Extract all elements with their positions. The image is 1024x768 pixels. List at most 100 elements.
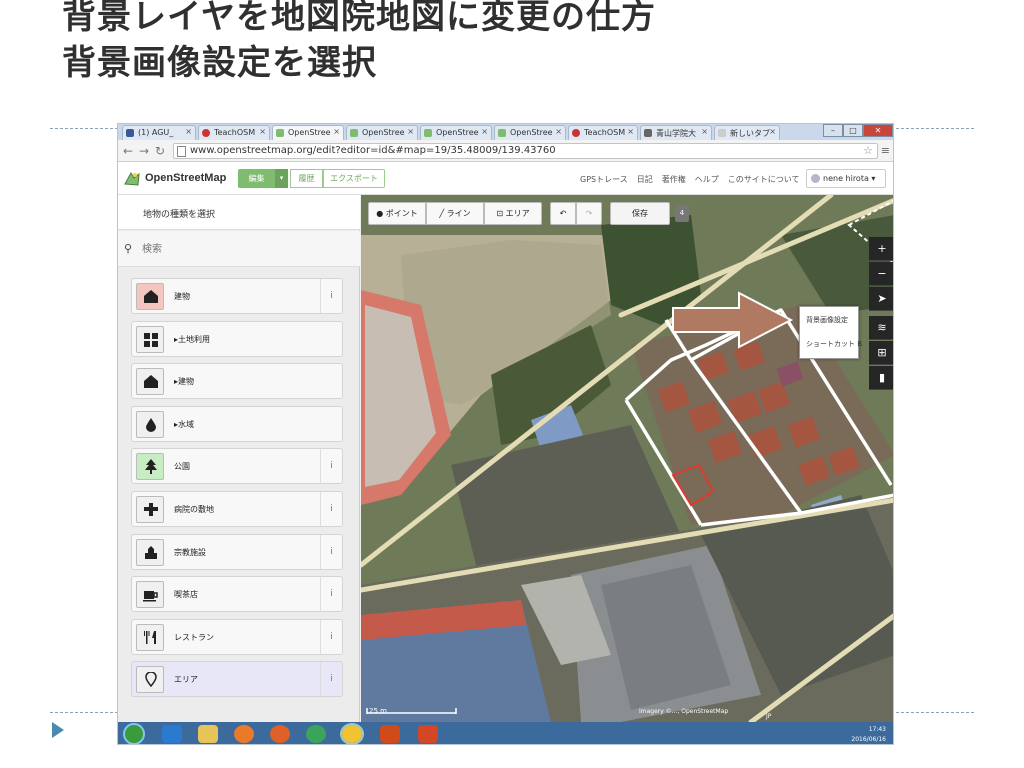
tab-close-icon[interactable]: ×	[769, 127, 776, 136]
tab-close-icon[interactable]: ×	[333, 127, 340, 136]
map-view[interactable]: ● ポイント ╱ ライン ⊡ エリア ↶ ↷ 保存 4 + − ➤ ≋ ⊞ ▮ …	[361, 195, 893, 722]
preset-item-hospital[interactable]: 病院の敷地 i	[131, 490, 343, 527]
edit-dropdown-icon[interactable]: ▾	[275, 169, 288, 188]
info-icon[interactable]: i	[320, 449, 342, 484]
user-menu[interactable]: nene hirota ▾	[806, 169, 886, 188]
add-line-button[interactable]: ╱ ライン	[426, 202, 484, 225]
maximize-icon[interactable]: □	[843, 124, 863, 137]
browser-tab[interactable]: OpenStree ×	[346, 125, 418, 140]
slide-title-line2: 背景画像設定を選択	[62, 43, 377, 83]
add-area-button[interactable]: ⊡ エリア	[484, 202, 542, 225]
chrome-active-icon[interactable]	[340, 723, 364, 744]
browser-tab[interactable]: OpenStree ×	[494, 125, 566, 140]
browser-tab-bar: (1) AGU_ × TeachOSM × OpenStree × OpenStree…	[118, 124, 893, 140]
url-field[interactable]: www.openstreetmap.org/edit?editor=id&#ma…	[173, 143, 878, 159]
bookmark-star-icon[interactable]: ☆	[863, 144, 873, 157]
sidebar-header: 地物の種類を選択	[118, 195, 360, 230]
osm-brand[interactable]: OpenStreetMap	[145, 172, 226, 184]
browser-tab[interactable]: 新しいタブ ×	[714, 125, 780, 140]
back-arrow-icon[interactable]: ←	[123, 144, 133, 158]
header-link-copyright[interactable]: 著作権	[662, 174, 686, 185]
facebook-favicon-icon	[126, 129, 134, 137]
preset-item-cafe[interactable]: 喫茶店 i	[131, 576, 343, 613]
map-data-icon[interactable]: ⊞	[869, 341, 893, 365]
preset-item-water[interactable]: ▸水域	[131, 405, 343, 442]
geolocate-icon[interactable]: ➤	[869, 287, 893, 311]
preset-item-landuse[interactable]: ▸土地利用	[131, 320, 343, 357]
preset-item-place-of-worship[interactable]: 宗教施設 i	[131, 533, 343, 570]
header-link-gps[interactable]: GPSトレース	[580, 174, 628, 185]
search-input[interactable]	[142, 240, 342, 258]
clock-date[interactable]: 2016/06/16	[851, 736, 886, 743]
blank-favicon-icon	[718, 129, 726, 137]
info-icon[interactable]: i	[320, 577, 342, 612]
edit-button[interactable]: 編集	[238, 169, 275, 188]
preset-item-building[interactable]: 建物 i	[131, 278, 343, 314]
info-icon[interactable]: i	[320, 279, 342, 313]
imagery-attribution[interactable]: Imagery ©..., OpenStreetMap	[639, 708, 728, 715]
tab-close-icon[interactable]: ×	[555, 127, 562, 136]
save-button[interactable]: 保存	[610, 202, 670, 225]
browser-menu-icon[interactable]: ≡	[881, 144, 890, 157]
app-icon[interactable]	[380, 725, 400, 743]
info-icon[interactable]: i	[320, 534, 342, 569]
tab-label: (1) AGU_	[138, 128, 174, 137]
undo-icon[interactable]: ↶	[550, 202, 576, 225]
header-link-help[interactable]: ヘルプ	[695, 174, 719, 185]
redo-icon[interactable]: ↷	[576, 202, 602, 225]
page-icon	[177, 146, 186, 157]
tab-close-icon[interactable]: ×	[185, 127, 192, 136]
browser-tab[interactable]: 青山学院大 ×	[640, 125, 712, 140]
place-of-worship-icon	[136, 538, 164, 566]
building-icon	[136, 368, 164, 396]
zoom-out-icon[interactable]: −	[869, 262, 893, 286]
history-button[interactable]: 履歴	[290, 169, 323, 188]
zoom-in-icon[interactable]: +	[869, 237, 893, 261]
browser-tab[interactable]: OpenStree ×	[420, 125, 492, 140]
browser-tab[interactable]: TeachOSM ×	[198, 125, 270, 140]
powerpoint-icon[interactable]	[418, 725, 438, 743]
scale-label: 25 m	[369, 707, 387, 715]
tab-close-icon[interactable]: ×	[407, 127, 414, 136]
slide-title: 背景レイヤを地図院地図に変更の仕方 背景画像設定を選択	[62, 0, 656, 86]
start-button-icon[interactable]	[123, 723, 145, 744]
minimize-icon[interactable]: –	[823, 124, 843, 137]
browser-tab[interactable]: (1) AGU_ ×	[122, 125, 196, 140]
ime-indicator[interactable]: JP	[766, 713, 886, 720]
point-label: ポイント	[385, 209, 418, 218]
header-link-diary[interactable]: 日記	[637, 174, 653, 185]
export-button[interactable]: エクスポート	[323, 169, 385, 188]
folder-icon[interactable]	[198, 725, 218, 743]
tab-close-icon[interactable]: ×	[481, 127, 488, 136]
preset-item-restaurant[interactable]: レストラン i	[131, 618, 343, 655]
chrome-icon[interactable]	[306, 725, 326, 743]
tab-close-icon[interactable]: ×	[259, 127, 266, 136]
browser-screenshot: (1) AGU_ × TeachOSM × OpenStree × OpenStree…	[117, 123, 894, 745]
reload-icon[interactable]: ↻	[155, 144, 165, 158]
window-close-icon[interactable]: ✕	[863, 124, 893, 137]
browser-tab[interactable]: TeachOSM ×	[568, 125, 638, 140]
osm-logo-icon[interactable]	[123, 170, 141, 187]
header-link-about[interactable]: このサイトについて	[728, 174, 800, 185]
tooltip-shortcut: ショートカット B	[806, 340, 863, 348]
hospital-cross-icon	[136, 495, 164, 523]
background-layers-icon[interactable]: ≋	[869, 316, 893, 340]
preset-item-building-category[interactable]: ▸建物	[131, 363, 343, 400]
firefox-icon[interactable]	[270, 725, 290, 743]
tab-close-icon[interactable]: ×	[701, 127, 708, 136]
forward-arrow-icon[interactable]: →	[139, 144, 149, 158]
info-icon[interactable]: i	[320, 662, 342, 697]
preset-item-area[interactable]: エリア i	[131, 661, 343, 698]
info-icon[interactable]: i	[320, 491, 342, 526]
info-icon[interactable]: i	[320, 619, 342, 654]
help-book-icon[interactable]: ▮	[869, 366, 893, 390]
preset-label: 宗教施設	[174, 547, 206, 557]
media-player-icon[interactable]	[234, 725, 254, 743]
add-point-button[interactable]: ● ポイント	[368, 202, 426, 225]
cafe-cup-icon	[136, 581, 164, 609]
tab-close-icon[interactable]: ×	[627, 127, 634, 136]
browser-tab-active[interactable]: OpenStree ×	[272, 125, 344, 140]
preset-item-park[interactable]: 公園 i	[131, 448, 343, 485]
clock-time[interactable]: 17:43	[869, 726, 886, 733]
ie-icon[interactable]	[162, 725, 182, 743]
